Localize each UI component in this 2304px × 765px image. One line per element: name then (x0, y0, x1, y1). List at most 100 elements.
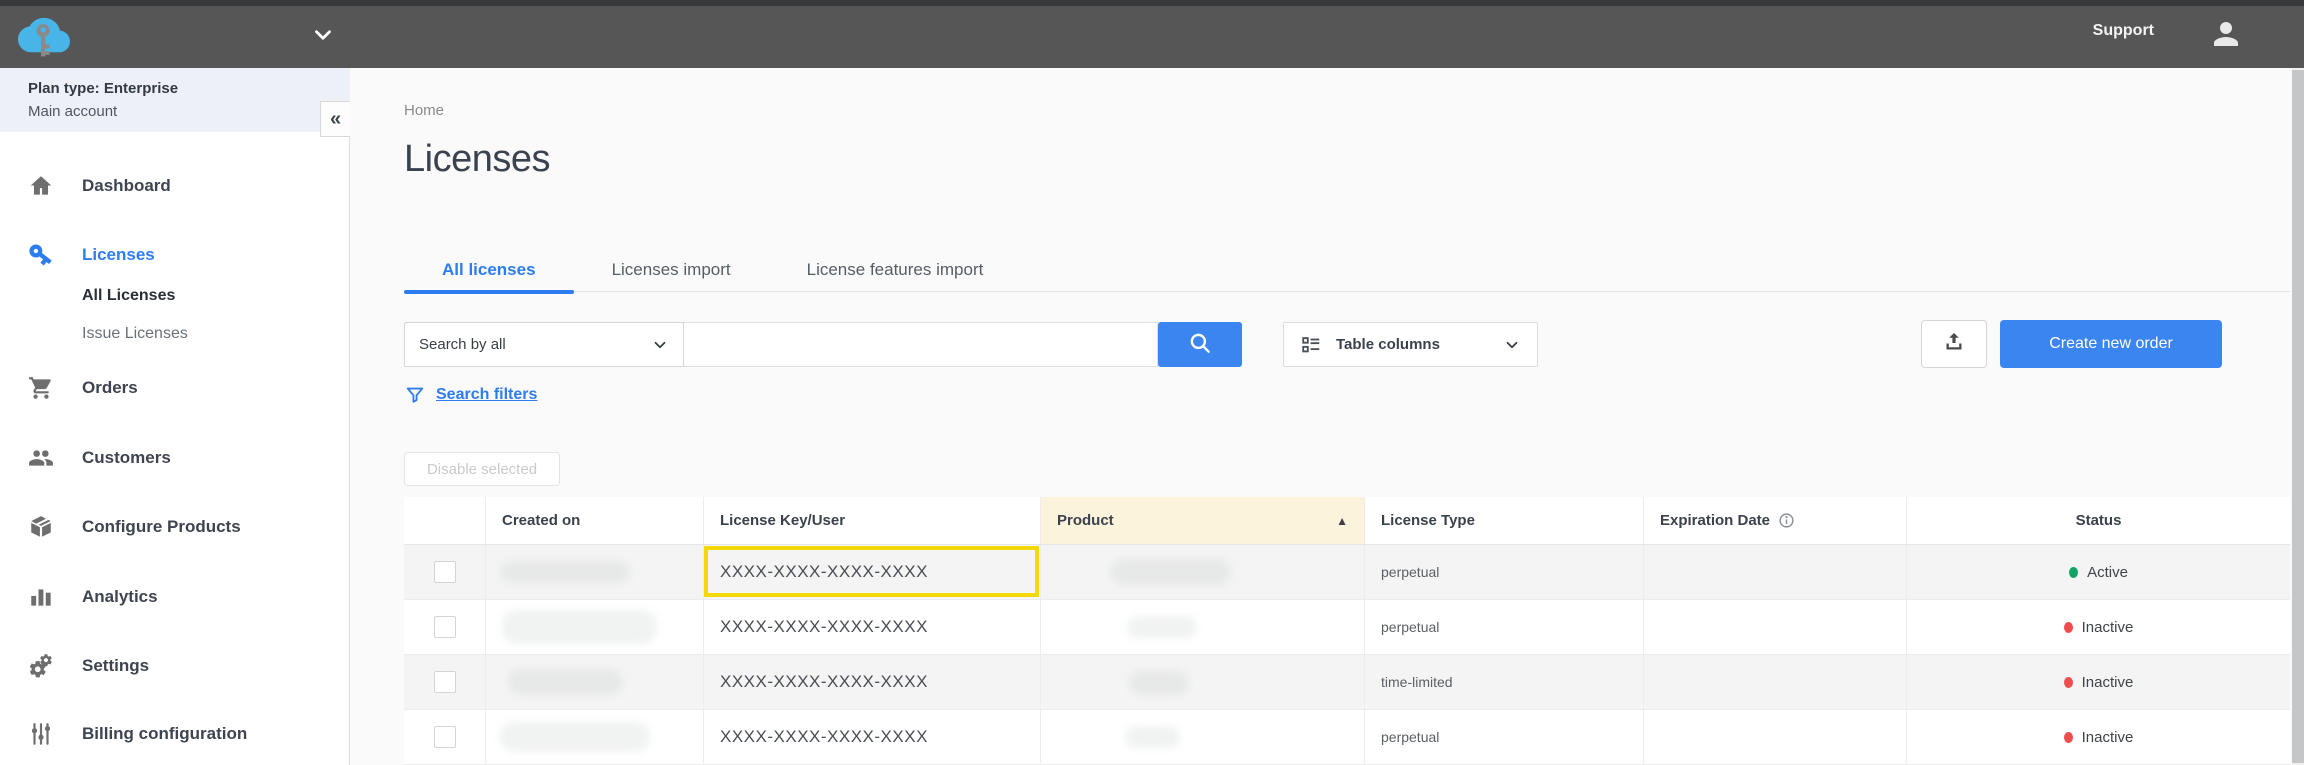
status-dot-icon (2069, 567, 2078, 578)
license-key-cell: XXXX-XXXX-XXXX-XXXX (704, 655, 1041, 709)
tab-licenses-import[interactable]: Licenses import (574, 248, 769, 292)
table-row[interactable]: XXXX-XXXX-XXXX-XXXX perpetual Inactive (404, 710, 2290, 765)
search-input[interactable] (684, 322, 1158, 367)
app-root: Support Plan type: Enterprise Main accou… (0, 0, 2304, 765)
table-columns-select[interactable]: Table columns (1283, 322, 1538, 367)
product-cell-redacted (1041, 710, 1365, 764)
status-cell: Active (1907, 545, 2290, 599)
status-badge: Inactive (2082, 674, 2134, 691)
expiration-cell (1644, 710, 1907, 764)
sidebar: Plan type: Enterprise Main account « Das… (0, 68, 350, 765)
create-new-order-button[interactable]: Create new order (2000, 320, 2222, 368)
status-dot-icon (2064, 622, 2073, 633)
sidebar-account-header: Plan type: Enterprise Main account (0, 68, 350, 132)
status-badge: Inactive (2082, 729, 2134, 746)
table-header-row: Created on License Key/User Product ▲ Li… (404, 497, 2290, 545)
gears-icon (28, 653, 54, 679)
search-filters-link[interactable]: Search filters (404, 384, 537, 406)
sidebar-item-dashboard[interactable]: Dashboard (0, 166, 350, 206)
expiration-cell (1644, 655, 1907, 709)
tab-label: Licenses import (612, 260, 731, 280)
info-icon[interactable] (1778, 512, 1795, 529)
header-created-on[interactable]: Created on (486, 497, 704, 544)
license-key-cell: XXXX-XXXX-XXXX-XXXX (704, 545, 1041, 599)
page-title: Licenses (404, 138, 550, 181)
header-license-type[interactable]: License Type (1365, 497, 1644, 544)
sidebar-collapse-button[interactable]: « (320, 101, 350, 137)
tab-label: All licenses (442, 260, 536, 280)
window-top-strip (0, 0, 2304, 6)
created-on-cell-redacted (486, 655, 704, 709)
breadcrumb[interactable]: Home (404, 102, 444, 119)
header-checkbox-column (404, 497, 486, 544)
license-type-cell: time-limited (1365, 655, 1644, 709)
product-cell-redacted (1041, 655, 1365, 709)
sidebar-item-licenses[interactable]: Licenses (0, 235, 350, 275)
sidebar-item-customers[interactable]: Customers (0, 438, 350, 478)
header-product-sorted[interactable]: Product ▲ (1041, 497, 1365, 544)
license-key-cell: XXXX-XXXX-XXXX-XXXX (704, 710, 1041, 764)
row-checkbox[interactable] (434, 726, 456, 748)
sidebar-item-configure-products[interactable]: Configure Products (0, 507, 350, 547)
sidebar-item-issue-licenses[interactable]: Issue Licenses (0, 314, 350, 354)
tab-all-licenses[interactable]: All licenses (404, 248, 574, 292)
search-icon (1187, 330, 1213, 359)
top-bar: Support (0, 0, 2304, 68)
collapse-chevrons-icon: « (330, 108, 341, 131)
search-button[interactable] (1158, 322, 1242, 367)
table-row[interactable]: XXXX-XXXX-XXXX-XXXX perpetual Inactive (404, 600, 2290, 655)
cart-icon (28, 375, 54, 401)
licenses-table: Created on License Key/User Product ▲ Li… (404, 497, 2290, 765)
license-type-cell: perpetual (1365, 600, 1644, 654)
row-checkbox[interactable] (434, 671, 456, 693)
created-on-cell-redacted (486, 600, 704, 654)
status-badge: Active (2087, 564, 2128, 581)
status-badge: Inactive (2082, 619, 2134, 636)
upload-icon (1942, 330, 1966, 359)
home-icon (28, 173, 54, 199)
search-filters-label: Search filters (436, 386, 537, 404)
list-columns-icon (1300, 334, 1322, 356)
header-status[interactable]: Status (1907, 497, 2290, 544)
license-key-cell: XXXX-XXXX-XXXX-XXXX (704, 600, 1041, 654)
vertical-scrollbar (2292, 68, 2304, 765)
user-account-icon[interactable] (2208, 16, 2244, 52)
table-row[interactable]: XXXX-XXXX-XXXX-XXXX time-limited Inactiv… (404, 655, 2290, 710)
plan-type-label: Plan type: Enterprise (28, 78, 350, 100)
disable-selected-button[interactable]: Disable selected (404, 452, 560, 486)
created-on-cell-redacted (486, 710, 704, 764)
sidebar-item-label: Issue Licenses (82, 325, 188, 343)
sidebar-item-label: Configure Products (82, 517, 241, 537)
sidebar-item-label: Billing configuration (82, 724, 247, 744)
account-name-label: Main account (28, 100, 350, 124)
sidebar-item-label: Orders (82, 378, 138, 398)
cloud-key-logo-icon[interactable] (18, 12, 70, 58)
search-by-select[interactable]: Search by all (404, 322, 684, 367)
sidebar-item-label: All Licenses (82, 287, 175, 305)
sidebar-item-analytics[interactable]: Analytics (0, 577, 350, 617)
sidebar-item-billing-configuration[interactable]: Billing configuration (0, 714, 350, 754)
header-license-key-user[interactable]: License Key/User (704, 497, 1041, 544)
header-expiration-date[interactable]: Expiration Date (1644, 497, 1907, 544)
sidebar-item-orders[interactable]: Orders (0, 368, 350, 408)
tab-license-features-import[interactable]: License features import (769, 248, 1022, 292)
status-cell: Inactive (1907, 655, 2290, 709)
sidebar-item-label: Dashboard (82, 176, 171, 196)
row-checkbox[interactable] (434, 616, 456, 638)
row-checkbox[interactable] (434, 561, 456, 583)
sidebar-item-settings[interactable]: Settings (0, 646, 350, 686)
export-upload-button[interactable] (1921, 320, 1987, 368)
table-columns-value: Table columns (1336, 336, 1440, 353)
table-row[interactable]: XXXX-XXXX-XXXX-XXXX perpetual Active (404, 545, 2290, 600)
sort-ascending-icon: ▲ (1336, 514, 1348, 528)
expiration-cell (1644, 545, 1907, 599)
scrollbar-thumb[interactable] (2292, 70, 2304, 763)
package-icon (28, 514, 54, 540)
support-link[interactable]: Support (2093, 22, 2154, 40)
sidebar-item-all-licenses[interactable]: All Licenses (0, 276, 350, 316)
chevron-down-icon (1503, 336, 1521, 354)
controls-row: Search by all Table columns (350, 322, 2304, 368)
expiration-cell (1644, 600, 1907, 654)
org-switcher-chevron-down-icon[interactable] (310, 22, 336, 48)
bar-chart-icon (28, 584, 54, 610)
